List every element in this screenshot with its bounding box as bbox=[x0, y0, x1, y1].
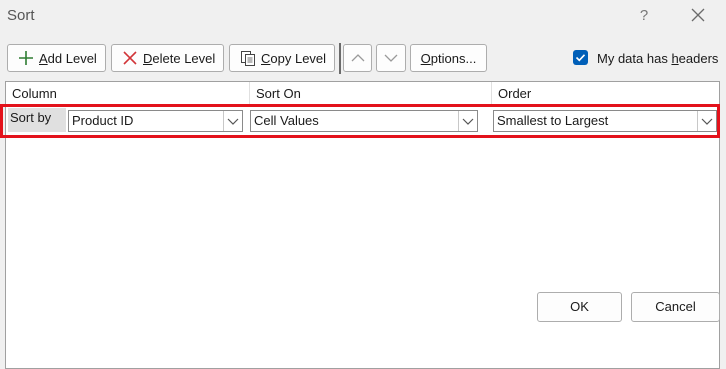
title-bar: Sort ? bbox=[0, 0, 726, 34]
headers-checkbox-label[interactable]: My data has headers bbox=[597, 51, 718, 66]
add-level-button[interactable]: Add Level bbox=[7, 44, 106, 72]
dialog-title: Sort bbox=[7, 7, 35, 24]
headers-checkbox[interactable] bbox=[573, 50, 588, 65]
plus-icon bbox=[19, 51, 33, 65]
close-icon bbox=[691, 8, 705, 22]
column-header-order: Order bbox=[498, 86, 532, 101]
help-icon: ? bbox=[639, 7, 649, 24]
row-highlight bbox=[0, 104, 720, 138]
move-up-button[interactable] bbox=[343, 44, 372, 72]
checkmark-icon bbox=[575, 54, 586, 62]
copy-level-label: Copy Level bbox=[261, 50, 327, 66]
delete-icon bbox=[123, 51, 137, 65]
delete-level-button[interactable]: Delete Level bbox=[111, 44, 224, 72]
column-header-sort-on: Sort On bbox=[256, 86, 301, 101]
copy-level-button[interactable]: Copy Level bbox=[229, 44, 335, 72]
ok-button[interactable]: OK bbox=[537, 292, 622, 322]
copy-icon bbox=[241, 51, 255, 66]
toolbar-divider bbox=[339, 43, 341, 74]
column-header-column: Column bbox=[12, 86, 57, 101]
chevron-up-icon bbox=[351, 54, 364, 62]
cancel-button[interactable]: Cancel bbox=[631, 292, 720, 322]
options-label: Options... bbox=[420, 50, 477, 66]
delete-level-label: Delete Level bbox=[143, 50, 216, 66]
add-level-label: Add Level bbox=[39, 50, 97, 66]
close-button[interactable] bbox=[686, 4, 710, 28]
help-button[interactable]: ? bbox=[632, 4, 656, 28]
chevron-down-icon bbox=[384, 54, 398, 62]
options-button[interactable]: Options... bbox=[410, 44, 487, 72]
move-down-button[interactable] bbox=[376, 44, 406, 72]
